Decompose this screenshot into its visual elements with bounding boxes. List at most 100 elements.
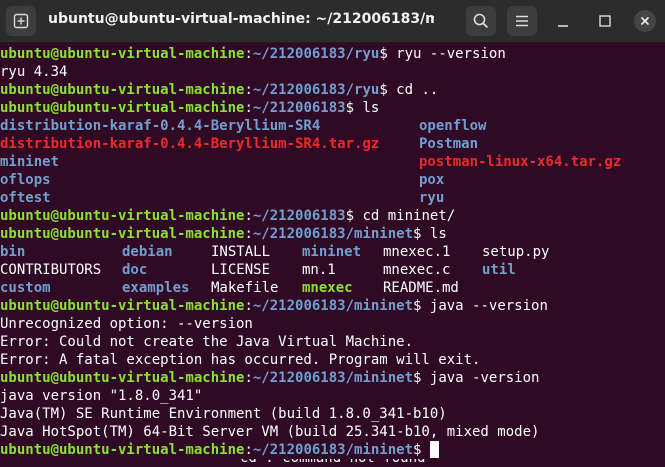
prompt-path: ~/212006183/mininet [252, 226, 414, 242]
ls-row: distribution-karaf-0.4.4-Beryllium-SR4.t… [0, 135, 665, 153]
window-title: ubuntu@ubuntu-virtual-machine: ~/2120061… [48, 11, 434, 27]
ls-entry-file: README.md [383, 280, 459, 296]
prompt-line: ubuntu@ubuntu-virtual-machine:~/21200618… [0, 81, 665, 99]
minimize-button[interactable] [548, 6, 578, 36]
command-text [421, 442, 429, 458]
ls-entry-directory: openflow [419, 118, 487, 134]
title-bar: ubuntu@ubuntu-virtual-machine: ~/2120061… [0, 0, 665, 43]
output-line: Java HotSpot(TM) 64-Bit Server VM (build… [0, 423, 665, 441]
ls-entry-executable: mnexec [302, 280, 353, 296]
ls-entry-file: INSTALL [211, 244, 271, 260]
ls-entry-directory: util [482, 262, 516, 278]
prompt-line: ubuntu@ubuntu-virtual-machine:~/21200618… [0, 45, 665, 63]
prompt-separator: : [244, 82, 253, 98]
ls-entry-file: CONTRIBUTORS [0, 262, 102, 278]
output-text: Java HotSpot(TM) 64-Bit Server VM (build… [0, 424, 540, 440]
ls-row: bin debian INSTALL mininet mnexec.1 setup.py [0, 243, 665, 261]
ls-entry-archive: postman-linux-x64.tar.gz [419, 154, 622, 170]
search-button[interactable] [466, 6, 496, 36]
output-line: Error: Could not create the Java Virtual… [0, 333, 665, 351]
output-text: java version "1.8.0_341" [0, 388, 203, 404]
output-text: Unrecognized option: --version [0, 316, 253, 332]
ls-row: distribution-karaf-0.4.4-Beryllium-SR4 op… [0, 117, 665, 135]
hamburger-menu-icon [516, 15, 528, 27]
ls-row: oftest ryu [0, 189, 665, 207]
prompt-user: ubuntu@ubuntu-virtual-machine [0, 100, 245, 116]
output-text: Java(TM) SE Runtime Environment (build 1… [0, 406, 447, 422]
prompt-separator: : [244, 208, 253, 224]
prompt-symbol: $ [379, 82, 388, 98]
ls-entry-directory: mininet [0, 154, 60, 170]
prompt-user: ubuntu@ubuntu-virtual-machine [0, 82, 245, 98]
new-tab-icon [13, 13, 29, 29]
prompt-line: ubuntu@ubuntu-virtual-machine:~/21200618… [0, 207, 665, 225]
prompt-separator: : [244, 442, 253, 458]
command-text: ryu --version [387, 46, 506, 62]
prompt-separator: : [244, 100, 253, 116]
prompt-separator: : [244, 226, 253, 242]
prompt-line: ubuntu@ubuntu-virtual-machine:~/21200618… [0, 369, 665, 387]
prompt-symbol: $ [345, 208, 355, 224]
ls-entry-directory: ryu [419, 190, 445, 206]
command-text: ls [354, 100, 380, 116]
prompt-path: ~/212006183 [252, 208, 346, 224]
minimize-icon [558, 25, 568, 27]
ls-row: custom examples Makefile mnexec README.md [0, 279, 665, 297]
prompt-user: ubuntu@ubuntu-virtual-machine [0, 298, 245, 314]
ls-entry-archive: distribution-karaf-0.4.4-Beryllium-SR4.t… [0, 136, 380, 152]
ls-entry-file: mnexec.1 [383, 244, 451, 260]
prompt-line: ubuntu@ubuntu-virtual-machine:~/21200618… [0, 225, 665, 243]
ls-entry-directory: debian [122, 244, 173, 260]
ls-entry-file: setup.py [482, 244, 550, 260]
new-tab-button[interactable] [6, 6, 36, 36]
ls-row: CONTRIBUTORS doc LICENSE mn.1 mnexec.c util [0, 261, 665, 279]
prompt-path: ~/212006183 [252, 100, 346, 116]
prompt-user: ubuntu@ubuntu-virtual-machine [0, 46, 245, 62]
ls-entry-directory: oflops [0, 172, 51, 188]
prompt-separator: : [244, 370, 253, 386]
ls-entry-directory: examples [122, 280, 190, 296]
ls-row: oflops pox [0, 171, 665, 189]
prompt-separator: : [244, 298, 253, 314]
prompt-line: ubuntu@ubuntu-virtual-machine:~/21200618… [0, 441, 665, 459]
output-text: ryu 4.34 [0, 64, 68, 80]
close-icon [640, 16, 650, 26]
output-line: ryu 4.34 [0, 63, 665, 81]
prompt-path: ~/212006183/ryu [252, 82, 380, 98]
output-line: Unrecognized option: --version [0, 315, 665, 333]
close-button[interactable] [634, 10, 656, 32]
maximize-button[interactable] [590, 6, 620, 36]
ls-entry-directory: mininet [302, 244, 362, 260]
prompt-user: ubuntu@ubuntu-virtual-machine [0, 208, 245, 224]
ls-entry-file: Makefile [211, 280, 279, 296]
prompt-separator: : [244, 46, 253, 62]
command-text: java --version [421, 298, 548, 314]
ls-entry-file: LICENSE [211, 262, 271, 278]
prompt-line: ubuntu@ubuntu-virtual-machine:~/21200618… [0, 99, 665, 117]
ls-row: mininet postman-linux-x64.tar.gz [0, 153, 665, 171]
terminal-output[interactable]: ubuntu@ubuntu-virtual-machine:~/21200618… [0, 45, 665, 467]
ls-entry-directory: bin [0, 244, 26, 260]
command-text: ls [421, 226, 447, 242]
ls-entry-directory: custom [0, 280, 51, 296]
prompt-path: ~/212006183/mininet [252, 442, 414, 458]
ls-entry-directory: oftest [0, 190, 51, 206]
ls-entry-directory: doc [122, 262, 148, 278]
prompt-path: ~/212006183/mininet [252, 370, 414, 386]
output-text: cd : command not found [240, 459, 425, 467]
output-line: Java(TM) SE Runtime Environment (build 1… [0, 405, 665, 423]
prompt-user: ubuntu@ubuntu-virtual-machine [0, 442, 245, 458]
command-text: java -version [421, 370, 540, 386]
prompt-user: ubuntu@ubuntu-virtual-machine [0, 226, 245, 242]
prompt-symbol: $ [379, 46, 388, 62]
output-line: Error: A fatal exception has occurred. P… [0, 351, 665, 369]
menu-button[interactable] [507, 6, 537, 36]
output-text: Error: A fatal exception has occurred. P… [0, 352, 481, 368]
ls-entry-file: mn.1 [302, 262, 336, 278]
ls-entry-file: mnexec.c [383, 262, 451, 278]
text-cursor [429, 441, 439, 458]
prompt-path: ~/212006183/ryu [252, 46, 380, 62]
terminal-window: ubuntu@ubuntu-virtual-machine: ~/2120061… [0, 0, 665, 467]
output-line: java version "1.8.0_341" [0, 387, 665, 405]
prompt-symbol: $ [345, 100, 355, 116]
